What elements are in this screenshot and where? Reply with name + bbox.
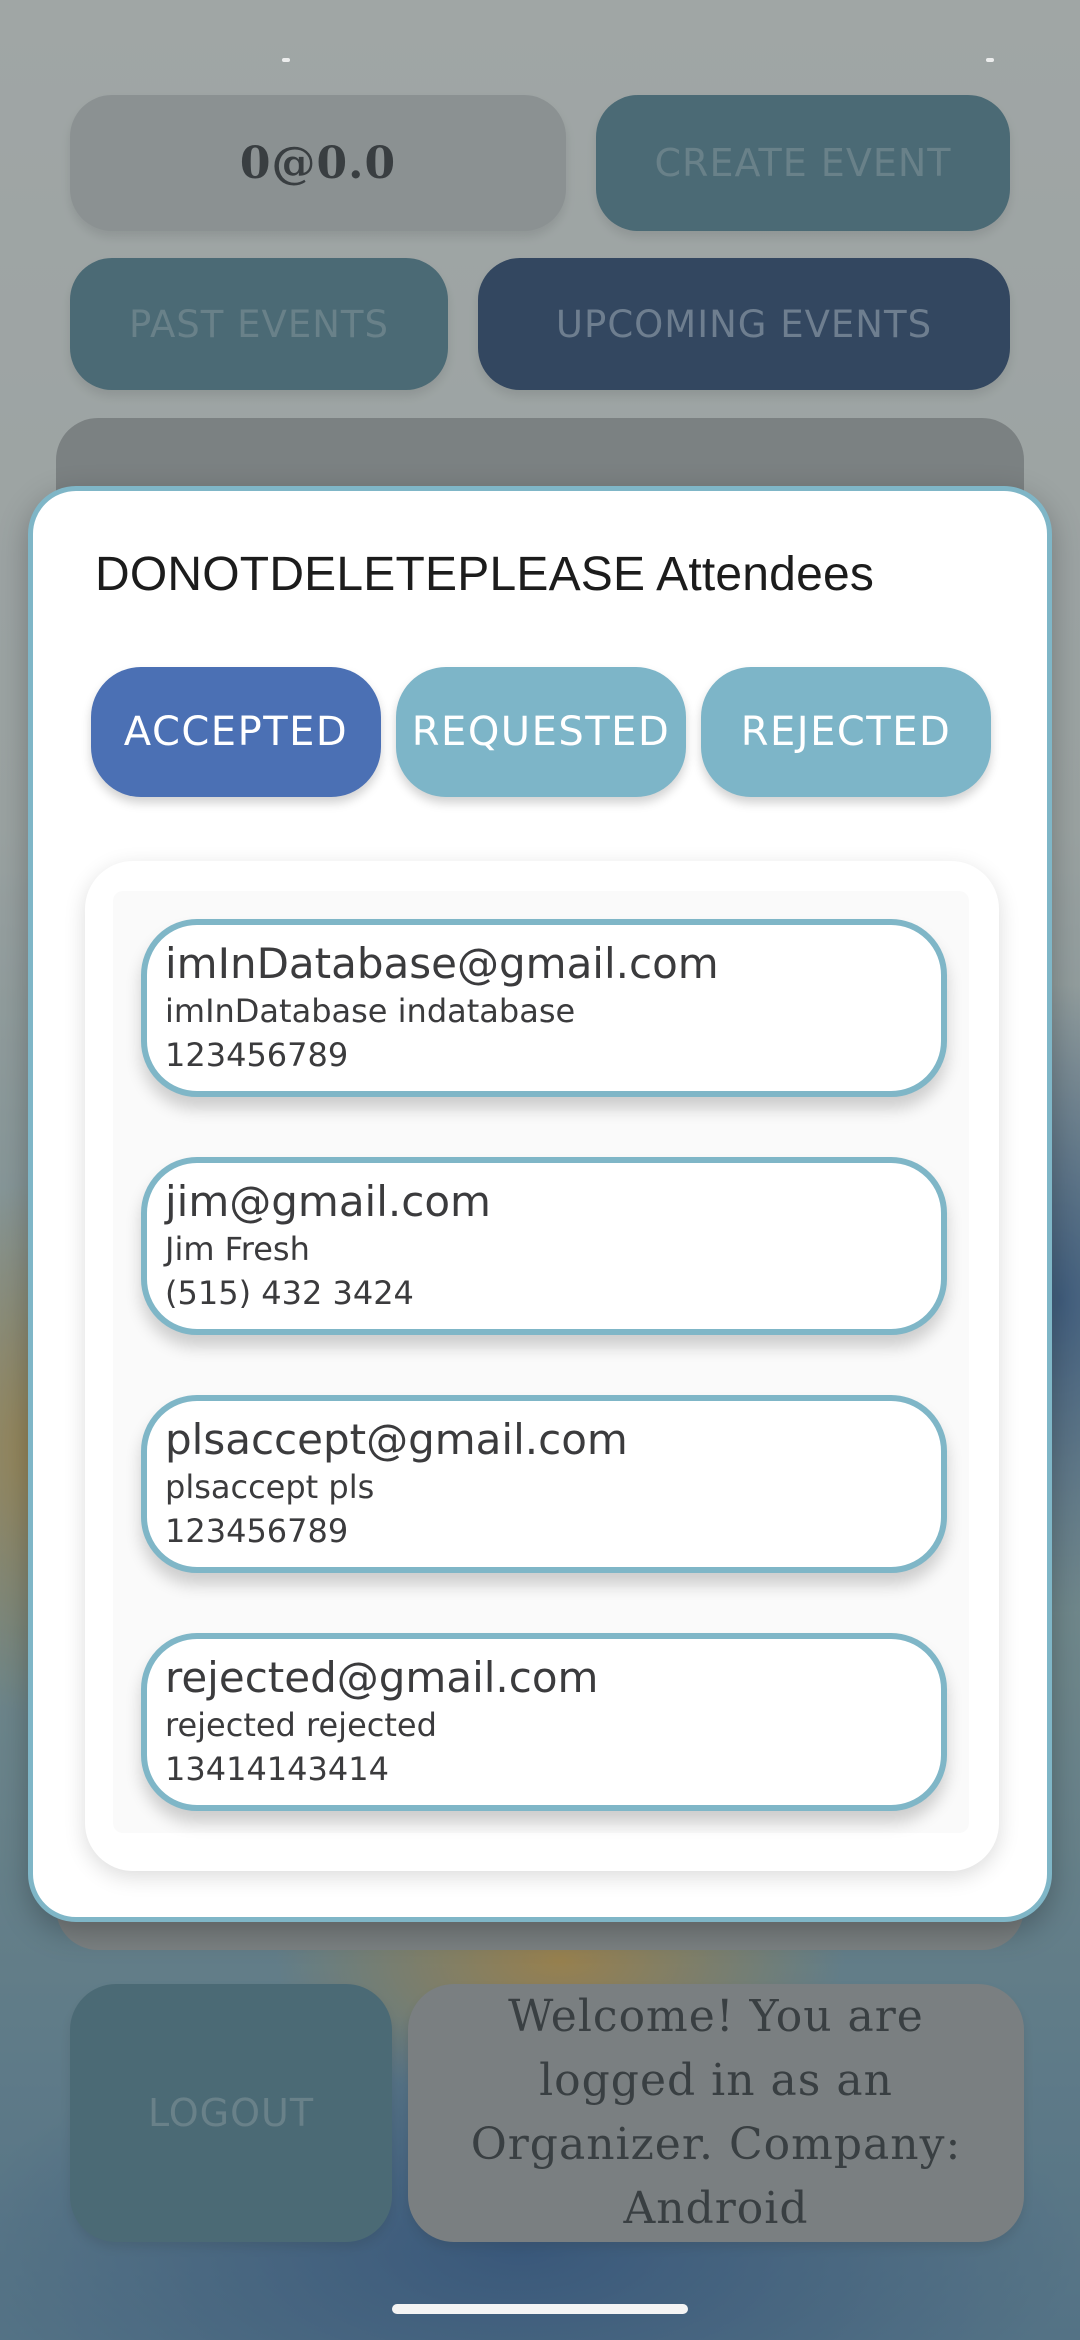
attendee-name: plsaccept pls — [165, 1468, 375, 1506]
attendees-dialog: DONOTDELETEPLEASE Attendees ACCEPTED REQ… — [28, 486, 1052, 1922]
attendee-email: imInDatabase@gmail.com — [165, 939, 719, 988]
attendee-name: imInDatabase indatabase — [165, 992, 576, 1030]
attendee-item[interactable]: imInDatabase@gmail.com imInDatabase inda… — [141, 919, 947, 1097]
status-bar-mark — [282, 58, 290, 62]
attendee-phone: (515) 432 3424 — [165, 1274, 414, 1312]
attendee-list-card: imInDatabase@gmail.com imInDatabase inda… — [85, 861, 999, 1871]
attendee-phone: 123456789 — [165, 1036, 349, 1074]
tab-rejected[interactable]: REJECTED — [701, 667, 991, 797]
attendee-email: plsaccept@gmail.com — [165, 1415, 628, 1464]
attendee-email: jim@gmail.com — [165, 1177, 491, 1226]
attendee-list[interactable]: imInDatabase@gmail.com imInDatabase inda… — [113, 891, 969, 1833]
dialog-title: DONOTDELETEPLEASE Attendees — [95, 548, 875, 601]
attendee-name: Jim Fresh — [165, 1230, 310, 1268]
attendee-item[interactable]: rejected@gmail.com rejected rejected 134… — [141, 1633, 947, 1811]
tab-requested[interactable]: REQUESTED — [396, 667, 686, 797]
attendee-item[interactable]: jim@gmail.com Jim Fresh (515) 432 3424 — [141, 1157, 947, 1335]
attendee-phone: 123456789 — [165, 1512, 349, 1550]
attendee-item[interactable]: plsaccept@gmail.com plsaccept pls 123456… — [141, 1395, 947, 1573]
status-bar-mark — [986, 58, 994, 62]
attendee-email: rejected@gmail.com — [165, 1653, 599, 1702]
attendee-name: rejected rejected — [165, 1706, 437, 1744]
attendee-phone: 13414143414 — [165, 1750, 389, 1788]
home-indicator[interactable] — [392, 2304, 688, 2314]
tab-accepted[interactable]: ACCEPTED — [91, 667, 381, 797]
